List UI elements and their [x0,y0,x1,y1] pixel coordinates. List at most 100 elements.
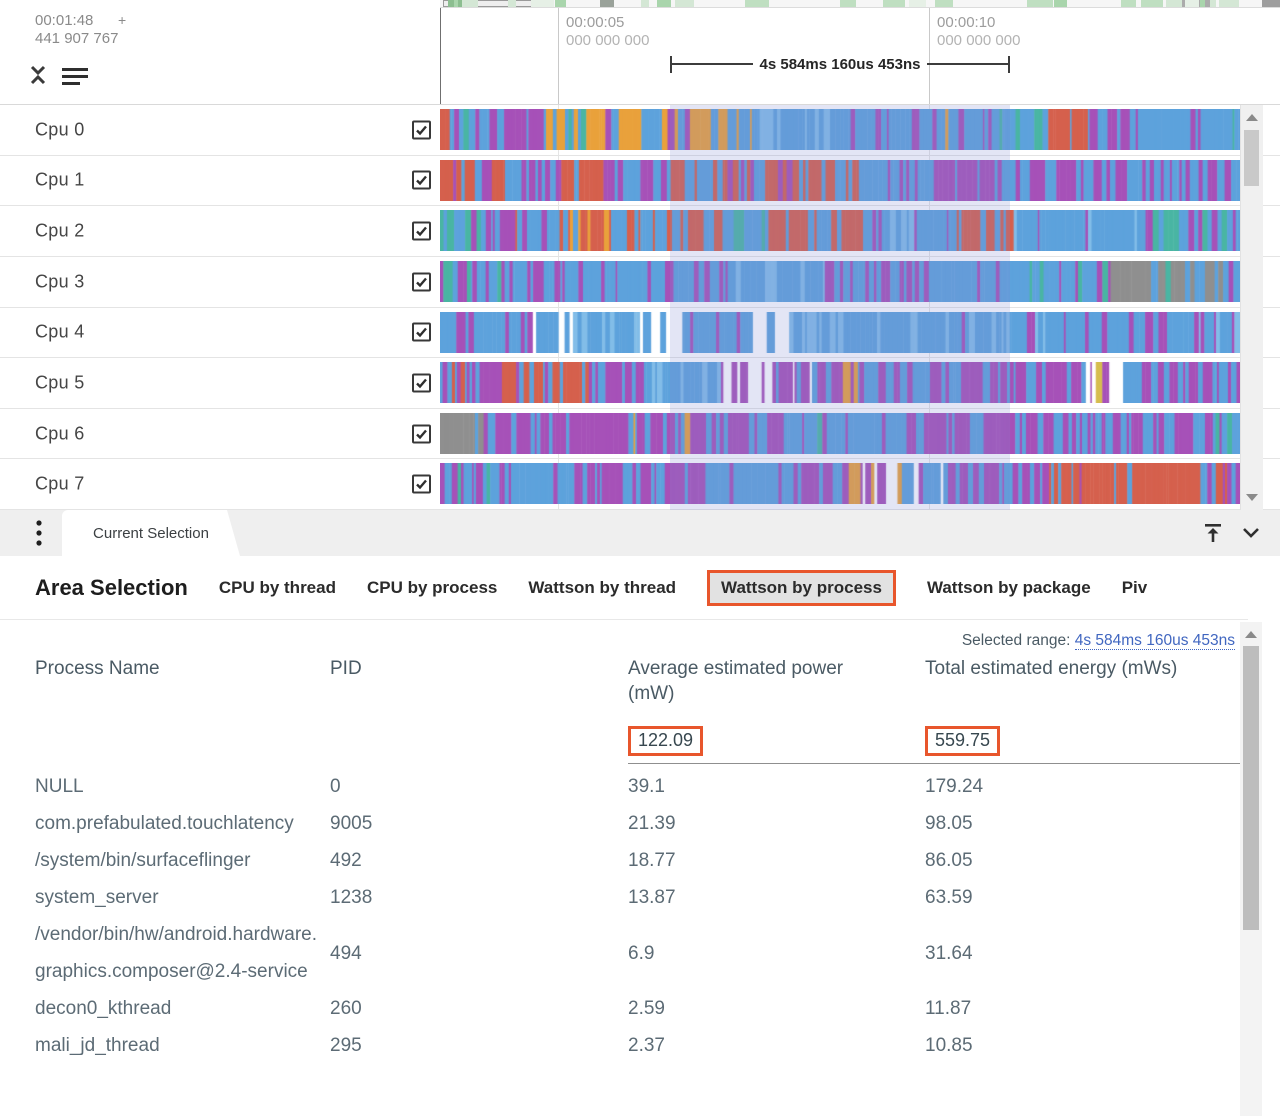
column-header-avg-power: Average estimated power (mW) [628,656,863,706]
cursor-plus-label: + [118,12,126,28]
area-selection-tab-bar: Area Selection CPU by thread CPU by proce… [0,556,1248,620]
track-label[interactable]: Cpu 3 [35,271,85,292]
track-label[interactable]: Cpu 6 [35,423,85,444]
cell-total-energy: 63.59 [925,879,1240,916]
tracks-scrollbar[interactable] [1240,105,1263,510]
tab-wattson-by-thread[interactable]: Wattson by thread [528,578,676,598]
track-checkbox[interactable] [412,272,431,291]
tab-wattson-by-package[interactable]: Wattson by package [927,578,1091,598]
detail-scrollbar[interactable] [1240,622,1262,1116]
minimap-activity [1219,0,1239,7]
cell-process-name: /vendor/bin/hw/android.hardware.graphics… [35,916,320,990]
minimap-activity [935,0,953,7]
cell-total-energy: 11.87 [925,990,1240,1027]
total-avg-power-badge: 122.09 [628,726,703,756]
cell-avg-power: 13.87 [628,879,925,916]
track-checkbox[interactable] [412,475,431,494]
cell-avg-power: 21.39 [628,805,925,842]
minimap-activity [1121,0,1136,7]
tab-cpu-by-process[interactable]: CPU by process [367,578,497,598]
track-label[interactable]: Cpu 7 [35,474,85,495]
cpu-track-row: Cpu 7 [0,459,1280,510]
minimap-activity [745,0,769,7]
tab-piv[interactable]: Piv [1122,578,1148,598]
column-header-process-name: Process Name [35,656,330,681]
scroll-up-icon[interactable] [1245,631,1257,638]
minimap-activity [641,0,649,7]
minimap-activity [1054,0,1067,7]
page-title: Area Selection [35,575,188,601]
cursor-timestamp: 00:01:48441 907 767 [35,12,118,48]
tab-menu-icon[interactable] [26,510,52,556]
cell-pid: 9005 [330,805,628,842]
cell-process-name: mali_jd_thread [35,1027,320,1064]
timeline-origin-line [440,8,441,104]
track-checkbox[interactable] [412,424,431,443]
cell-pid: 0 [330,768,628,805]
cell-pid: 295 [330,1027,628,1064]
track-checkbox[interactable] [412,323,431,342]
track-checkbox[interactable] [412,120,431,139]
cell-total-energy: 86.05 [925,842,1240,879]
scroll-down-icon[interactable] [1246,494,1258,501]
timeline-ruler: 00:01:48441 907 767 + 00:00:05000 000 00… [0,8,1280,105]
total-energy-badge: 559.75 [925,726,1000,756]
minimap-handle[interactable] [600,0,614,7]
selected-range: Selected range: 4s 584ms 160us 453ns [962,632,1235,650]
perfetto-trace-viewer: 00:01:48441 907 767 + 00:00:05000 000 00… [0,0,1280,1116]
cpu-track-row: Cpu 5 [0,358,1280,409]
track-label[interactable]: Cpu 4 [35,322,85,343]
selection-duration-label: 4s 584ms 160us 453ns [753,56,928,73]
dock-to-top-icon[interactable] [1202,522,1224,544]
minimap-activity [883,0,905,7]
cell-process-name: /system/bin/surfaceflinger [35,842,320,879]
minimap-handle[interactable] [1262,0,1280,7]
minimap-activity [1166,0,1182,7]
time-tick-label: 00:00:10000 000 000 [937,14,1020,50]
cell-pid: 494 [330,935,628,972]
collapse-panel-icon[interactable] [1242,527,1260,539]
filter-tracks-icon[interactable] [62,68,88,91]
tab-current-selection-label: Current Selection [93,525,209,542]
bottom-tab-strip: Current Selection [0,510,1280,556]
minimap-activity [555,0,565,7]
track-label[interactable]: Cpu 2 [35,221,85,242]
area-selection-overlay[interactable] [670,105,1010,510]
cpu-track-row: Cpu 3 [0,257,1280,308]
tab-current-selection[interactable]: Current Selection [62,510,240,556]
tab-wattson-by-process[interactable]: Wattson by process [707,570,896,606]
timeline-minimap[interactable] [440,0,1280,8]
selected-range-link[interactable]: 4s 584ms 160us 453ns [1075,632,1235,650]
cell-avg-power: 2.37 [628,1027,925,1064]
track-label[interactable]: Cpu 0 [35,119,85,140]
minimap-activity [508,0,516,7]
cell-total-energy: 31.64 [925,935,1240,972]
minimap-activity [462,0,477,7]
cpu-track-row: Cpu 0 [0,105,1280,156]
track-checkbox[interactable] [412,222,431,241]
time-tick-label: 00:00:05000 000 000 [566,14,649,50]
cpu-track-row: Cpu 1 [0,156,1280,207]
selection-duration-bracket: 4s 584ms 160us 453ns [670,55,1010,73]
minimap-activity [1185,0,1200,7]
minimap-activity [1200,0,1205,7]
cell-total-energy: 179.24 [925,768,1240,805]
scroll-thumb[interactable] [1244,130,1259,186]
collapse-tracks-icon[interactable] [28,64,48,91]
cell-process-name: system_server [35,879,320,916]
track-label[interactable]: Cpu 5 [35,372,85,393]
tab-cpu-by-thread[interactable]: CPU by thread [219,578,336,598]
scroll-up-icon[interactable] [1246,114,1258,121]
cell-process-name: decon0_kthread [35,990,320,1027]
column-header-total-energy: Total estimated energy (mWs) [925,656,1240,681]
minimap-activity [531,0,554,7]
track-checkbox[interactable] [412,373,431,392]
table-body: NULL039.1179.24com.prefabulated.touchlat… [35,768,1240,1064]
minimap-activity [909,0,925,7]
scroll-thumb[interactable] [1243,646,1259,930]
cell-avg-power: 2.59 [628,990,925,1027]
cpu-track-row: Cpu 2 [0,206,1280,257]
track-label[interactable]: Cpu 1 [35,170,85,191]
cell-avg-power: 18.77 [628,842,925,879]
track-checkbox[interactable] [412,171,431,190]
